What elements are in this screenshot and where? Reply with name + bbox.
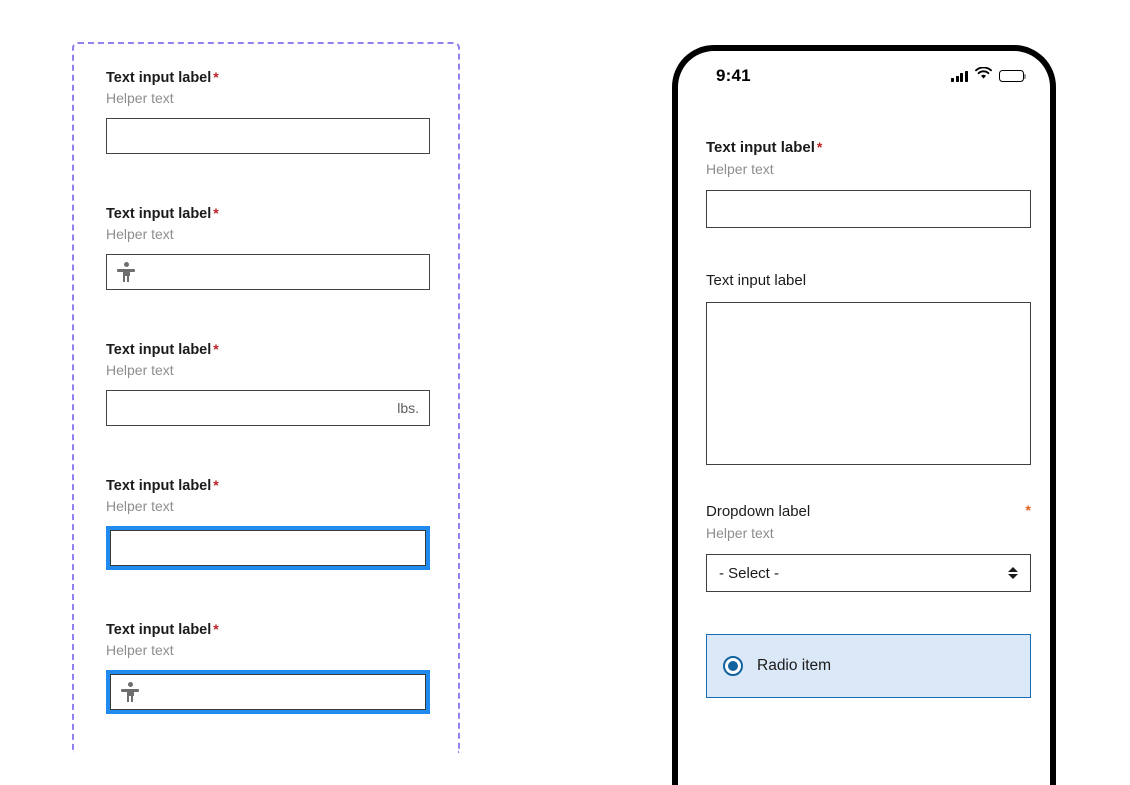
text-input-2[interactable] <box>106 254 430 290</box>
radio-item-label: Radio item <box>757 657 832 674</box>
phone-text-field-label-text: Text input label <box>706 139 815 156</box>
required-asterisk: * <box>1025 502 1031 518</box>
required-asterisk: * <box>816 139 823 155</box>
field-3-label-text: Text input label <box>106 342 212 358</box>
unit-suffix-label: lbs. <box>397 400 419 416</box>
wifi-icon <box>975 66 992 85</box>
form-field-1: Text input label * Helper text <box>106 68 430 154</box>
text-input-1[interactable] <box>106 118 430 154</box>
text-input-4[interactable] <box>110 530 426 566</box>
field-5-label: Text input label * <box>106 620 430 639</box>
phone-text-input[interactable] <box>706 190 1031 228</box>
battery-full-icon <box>999 69 1027 83</box>
phone-text-field-helper: Helper text <box>706 161 774 177</box>
field-2-label: Text input label * <box>106 204 430 223</box>
status-bar-icons <box>950 66 1027 85</box>
phone-mockup-frame: 9:41 Text input label * Helper text Text… <box>672 45 1056 785</box>
phone-dropdown-label-row: Dropdown label * <box>706 502 1031 522</box>
phone-dropdown-helper: Helper text <box>706 525 774 541</box>
phone-text-field-label: Text input label * <box>706 137 1031 158</box>
field-1-label-text: Text input label <box>106 70 212 86</box>
field-1-helper-text: Helper text <box>106 90 174 106</box>
form-field-4: Text input label * Helper text <box>106 476 430 570</box>
phone-textarea-group: Text input label <box>706 271 1031 465</box>
status-bar: 9:41 <box>678 51 1050 101</box>
text-input-5[interactable] <box>110 674 426 710</box>
field-2-label-text: Text input label <box>106 206 212 222</box>
required-asterisk: * <box>213 341 219 357</box>
text-input-5-focus-ring <box>106 670 430 714</box>
phone-textarea-input[interactable] <box>706 302 1031 465</box>
phone-dropdown-group: Dropdown label * Helper text - Select - <box>706 502 1031 592</box>
cellular-bars-icon <box>950 70 968 82</box>
phone-dropdown-label: Dropdown label <box>706 503 811 520</box>
radio-item-selected[interactable]: Radio item <box>706 634 1031 698</box>
phone-dropdown-selected-value: - Select - <box>719 564 780 582</box>
field-3-helper-text: Helper text <box>106 362 174 378</box>
field-5-helper-text: Helper text <box>106 642 174 658</box>
radio-selected-icon <box>723 656 743 676</box>
required-asterisk: * <box>213 69 219 85</box>
phone-dropdown-select[interactable]: - Select - <box>706 554 1031 592</box>
text-input-4-focus-ring <box>106 526 430 570</box>
phone-textarea-label: Text input label <box>706 272 807 289</box>
field-2-helper-text: Helper text <box>106 226 174 242</box>
field-4-helper-text: Helper text <box>106 498 174 514</box>
required-asterisk: * <box>213 477 219 493</box>
desktop-form-container: Text input label * Helper text Text input… <box>72 42 460 753</box>
field-3-label: Text input label * <box>106 340 430 359</box>
field-4-label-text: Text input label <box>106 478 212 494</box>
form-field-2: Text input label * Helper text <box>106 204 430 290</box>
status-bar-time: 9:41 <box>716 66 751 85</box>
text-input-3[interactable]: lbs. <box>106 390 430 426</box>
form-field-3: Text input label * Helper text lbs. <box>106 340 430 426</box>
field-5-label-text: Text input label <box>106 622 212 638</box>
phone-text-field-group: Text input label * Helper text <box>706 137 1031 228</box>
required-asterisk: * <box>213 621 219 637</box>
required-asterisk: * <box>213 205 219 221</box>
field-1-label: Text input label * <box>106 68 430 87</box>
field-4-label: Text input label * <box>106 476 430 495</box>
accessibility-icon <box>121 682 139 702</box>
accessibility-icon <box>117 262 135 282</box>
select-chevron-updown-icon <box>1008 566 1018 580</box>
form-field-5: Text input label * Helper text <box>106 620 430 714</box>
